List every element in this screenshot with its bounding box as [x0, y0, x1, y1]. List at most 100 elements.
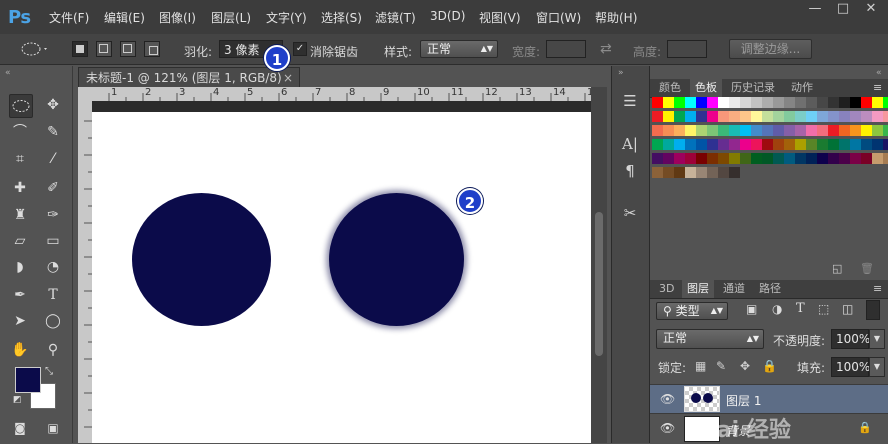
collapse-arrows-icon[interactable]: « [5, 68, 11, 78]
delete-swatch-icon[interactable]: 🗑 [860, 262, 874, 275]
color-swatch[interactable] [828, 153, 839, 164]
color-swatch[interactable] [707, 153, 718, 164]
menu-file[interactable]: 文件(F) [49, 9, 89, 26]
blend-mode-select[interactable]: 正常 ▲▼ [656, 329, 764, 349]
color-swatch[interactable] [674, 111, 685, 122]
menu-type[interactable]: 文字(Y) [266, 9, 307, 26]
color-swatch[interactable] [718, 139, 729, 150]
default-colors-icon[interactable]: ◩ [13, 395, 22, 405]
menu-filter[interactable]: 滤镜(T) [375, 9, 416, 26]
color-swatch[interactable] [883, 97, 888, 108]
panel-menu-icon[interactable]: ≡ [868, 79, 887, 97]
color-swatch[interactable] [685, 153, 696, 164]
minimize-button[interactable]: — [802, 0, 828, 20]
color-swatch[interactable] [872, 153, 883, 164]
filter-smart-object-icon[interactable]: ◫ [842, 302, 853, 316]
color-swatch[interactable] [729, 167, 740, 178]
height-input[interactable] [667, 40, 707, 58]
tab-paths[interactable]: 路径 [754, 280, 786, 298]
color-swatch[interactable] [784, 111, 795, 122]
tab-swatches[interactable]: 色板 [690, 79, 722, 97]
color-swatch[interactable] [718, 97, 729, 108]
color-swatch[interactable] [685, 97, 696, 108]
color-swatch[interactable] [839, 111, 850, 122]
color-swatch[interactable] [872, 139, 883, 150]
screen-mode-icon[interactable]: ▣ [42, 417, 64, 439]
opacity-dropdown-icon[interactable]: ▼ [869, 329, 885, 349]
color-swatch[interactable] [839, 97, 850, 108]
tab-color[interactable]: 颜色 [654, 79, 686, 97]
menu-3d[interactable]: 3D(D) [430, 9, 465, 23]
style-select[interactable]: 正常 ▲▼ [420, 40, 498, 58]
tab-actions[interactable]: 动作 [786, 79, 818, 97]
color-swatch[interactable] [839, 139, 850, 150]
vertical-scrollbar-thumb[interactable] [595, 212, 603, 356]
color-swatch[interactable] [828, 111, 839, 122]
color-swatch[interactable] [850, 153, 861, 164]
color-swatch[interactable] [762, 153, 773, 164]
color-swatch[interactable] [707, 167, 718, 178]
color-swatch[interactable] [674, 125, 685, 136]
quick-selection-tool-icon[interactable]: ✎ [42, 121, 64, 143]
color-swatch[interactable] [817, 111, 828, 122]
lock-transparent-icon[interactable]: ▦ [695, 359, 706, 373]
new-selection-icon[interactable] [72, 41, 88, 57]
color-swatch[interactable] [773, 97, 784, 108]
color-swatch[interactable] [861, 153, 872, 164]
color-swatch[interactable] [707, 139, 718, 150]
color-swatch[interactable] [652, 139, 663, 150]
move-tool-icon[interactable]: ✥ [42, 94, 64, 116]
color-swatch[interactable] [696, 125, 707, 136]
color-swatch[interactable] [663, 111, 674, 122]
color-swatch[interactable] [850, 97, 861, 108]
color-swatch[interactable] [828, 97, 839, 108]
new-swatch-icon[interactable]: ◱ [832, 262, 842, 275]
menu-view[interactable]: 视图(V) [479, 9, 521, 26]
color-swatch[interactable] [762, 125, 773, 136]
color-swatch[interactable] [817, 139, 828, 150]
gradient-tool-icon[interactable]: ▭ [42, 230, 64, 252]
collapse-arrows-icon[interactable]: « [876, 68, 882, 78]
pen-tool-icon[interactable]: ✒ [9, 284, 31, 306]
tab-layers[interactable]: 图层 [682, 280, 714, 298]
swap-colors-icon[interactable]: ⤡ [45, 366, 53, 377]
color-swatch[interactable] [663, 97, 674, 108]
hand-tool-icon[interactable]: ✋ [9, 339, 31, 361]
color-swatch[interactable] [762, 139, 773, 150]
lasso-tool-icon[interactable]: ⌒ [9, 121, 31, 143]
layer-row-selected[interactable]: 👁 图层 1 [650, 384, 888, 413]
color-swatch[interactable] [762, 97, 773, 108]
color-swatch[interactable] [883, 125, 888, 136]
swap-icon[interactable]: ⇄ [600, 41, 612, 57]
color-swatch[interactable] [696, 111, 707, 122]
color-swatch[interactable] [740, 139, 751, 150]
color-swatch[interactable] [784, 97, 795, 108]
color-swatch[interactable] [740, 111, 751, 122]
tab-history[interactable]: 历史记录 [726, 79, 780, 97]
filter-toggle[interactable] [866, 300, 880, 320]
color-swatch[interactable] [707, 97, 718, 108]
color-swatch[interactable] [872, 97, 883, 108]
zoom-tool-icon[interactable]: ⚲ [42, 339, 64, 361]
color-swatch[interactable] [773, 153, 784, 164]
color-swatch[interactable] [784, 125, 795, 136]
color-swatch[interactable] [872, 111, 883, 122]
color-swatch[interactable] [740, 97, 751, 108]
color-swatch[interactable] [795, 125, 806, 136]
menu-edit[interactable]: 编辑(E) [104, 9, 145, 26]
color-swatch[interactable] [663, 153, 674, 164]
color-swatch[interactable] [674, 167, 685, 178]
fill-dropdown-icon[interactable]: ▼ [869, 357, 885, 377]
filter-type-icon[interactable]: T [796, 301, 805, 316]
color-swatch[interactable] [883, 139, 888, 150]
color-swatch[interactable] [850, 125, 861, 136]
eyedropper-tool-icon[interactable]: ⁄ [42, 148, 64, 170]
width-input[interactable] [546, 40, 586, 58]
color-swatch[interactable] [674, 153, 685, 164]
maximize-button[interactable]: □ [830, 0, 856, 20]
color-swatch[interactable] [817, 97, 828, 108]
color-swatch[interactable] [850, 139, 861, 150]
color-swatch[interactable] [806, 111, 817, 122]
color-swatch[interactable] [861, 125, 872, 136]
color-swatch[interactable] [718, 125, 729, 136]
